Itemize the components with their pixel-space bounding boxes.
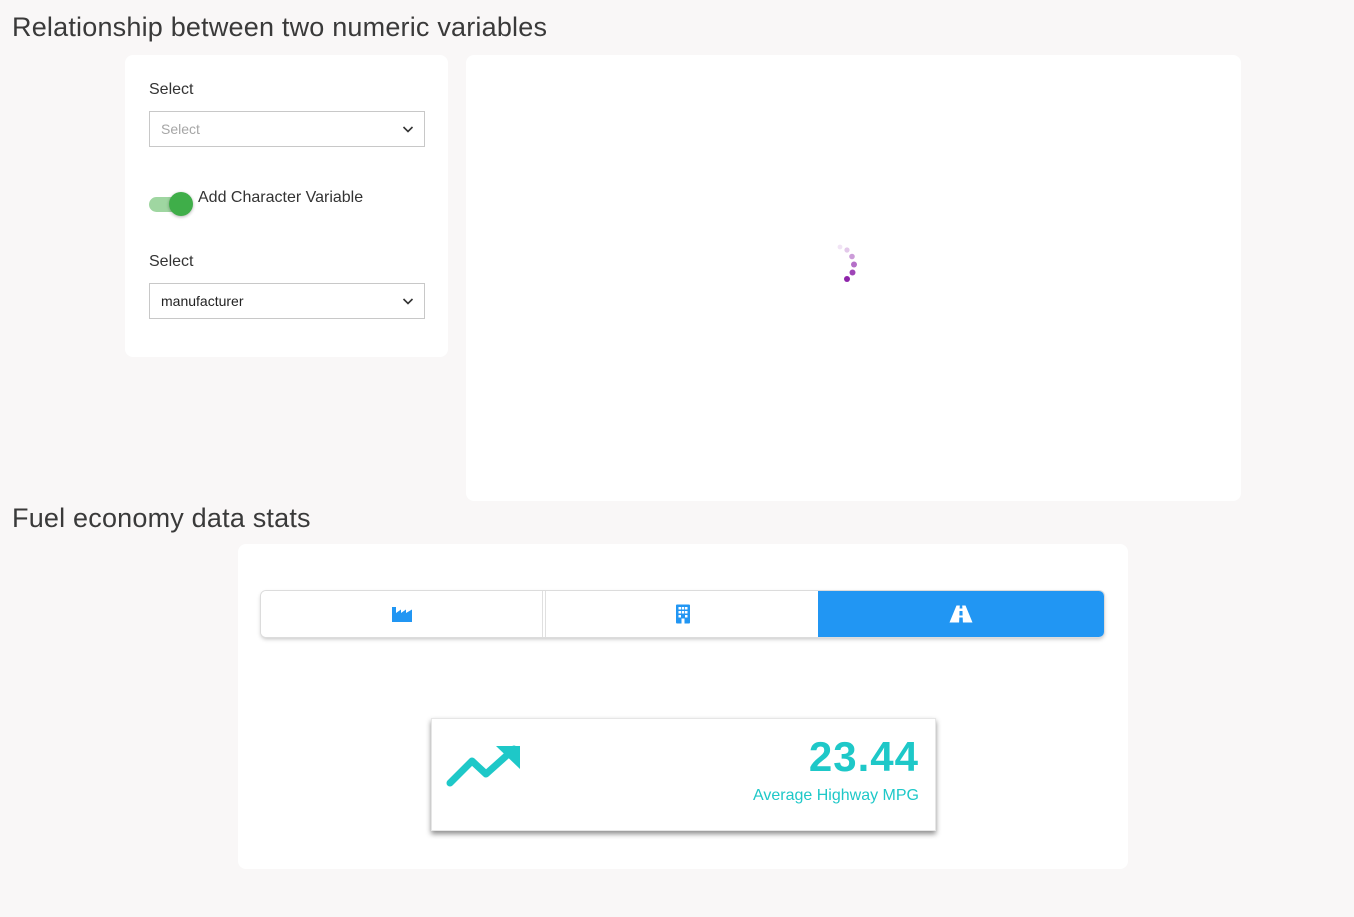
road-icon	[949, 605, 973, 623]
chevron-down-icon	[402, 126, 414, 133]
stat-caption: Average Highway MPG	[753, 787, 919, 804]
chevron-down-icon	[402, 298, 414, 305]
numeric-variable-select[interactable]: Select	[149, 111, 425, 147]
select-placeholder: Select	[161, 121, 200, 137]
trend-up-icon	[446, 745, 520, 787]
tab-factory[interactable]	[261, 591, 543, 637]
character-variable-select[interactable]: manufacturer	[149, 283, 425, 319]
average-highway-mpg-value-box: 23.44 Average Highway MPG	[431, 718, 936, 831]
toggle-label: Add Character Variable	[198, 189, 364, 206]
plot-card	[466, 55, 1241, 501]
tab-road[interactable]	[818, 591, 1104, 637]
stat-value: 23.44	[808, 733, 919, 780]
stats-card: 23.44 Average Highway MPG	[238, 544, 1128, 869]
factory-icon	[391, 607, 412, 622]
loading-spinner-icon	[837, 244, 857, 282]
select-label: Select	[149, 253, 194, 270]
building-icon	[675, 604, 690, 624]
select-value: manufacturer	[161, 293, 244, 309]
stats-tab-bar	[261, 591, 1104, 637]
toggle-knob	[169, 192, 193, 216]
select-label: Select	[149, 81, 194, 98]
tab-building[interactable]	[545, 591, 819, 637]
controls-card: Select Select Add Character Variable Sel…	[125, 55, 448, 357]
relationship-section-title: Relationship between two numeric variabl…	[12, 12, 548, 42]
add-character-variable-toggle[interactable]	[149, 192, 193, 218]
stats-section-title: Fuel economy data stats	[12, 503, 311, 533]
